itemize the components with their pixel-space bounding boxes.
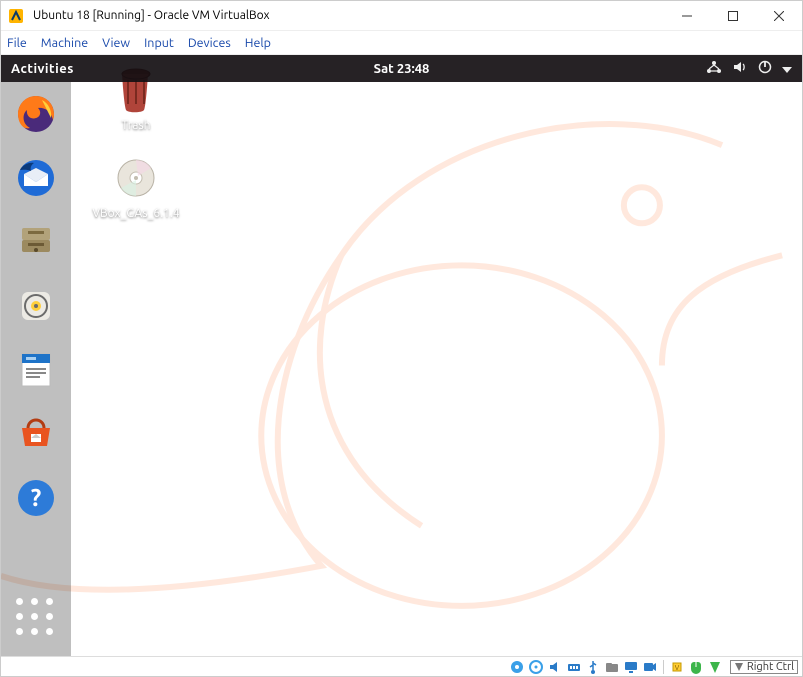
files-icon[interactable] bbox=[12, 218, 60, 266]
display-icon[interactable] bbox=[623, 659, 639, 675]
wallpaper-graphic bbox=[1, 55, 802, 656]
system-indicators[interactable] bbox=[706, 60, 792, 77]
audio-icon[interactable] bbox=[547, 659, 563, 675]
minimize-button[interactable] bbox=[664, 1, 710, 31]
virtualbox-app-icon bbox=[7, 7, 25, 25]
keyboard-icon[interactable] bbox=[707, 659, 723, 675]
network-icon[interactable] bbox=[706, 60, 722, 77]
sound-icon[interactable] bbox=[732, 60, 748, 77]
menu-devices[interactable]: Devices bbox=[188, 36, 231, 50]
hard-disk-icon[interactable] bbox=[509, 659, 525, 675]
host-titlebar: Ubuntu 18 [Running] - Oracle VM VirtualB… bbox=[1, 1, 802, 31]
dock: ? bbox=[1, 82, 71, 656]
menu-input[interactable]: Input bbox=[144, 36, 174, 50]
rhythmbox-icon[interactable] bbox=[12, 282, 60, 330]
power-icon[interactable] bbox=[758, 60, 772, 77]
usb-icon[interactable] bbox=[585, 659, 601, 675]
host-key-label: Right Ctrl bbox=[747, 661, 794, 673]
svg-text:V: V bbox=[675, 664, 680, 672]
activities-button[interactable]: Activities bbox=[11, 62, 74, 76]
menu-machine[interactable]: Machine bbox=[41, 36, 88, 50]
host-key-indicator[interactable]: Right Ctrl bbox=[730, 660, 798, 674]
close-button[interactable] bbox=[756, 1, 802, 31]
clock[interactable]: Sat 23:48 bbox=[374, 62, 430, 76]
host-menu-bar: File Machine View Input Devices Help bbox=[1, 31, 802, 55]
virtualbox-window: Ubuntu 18 [Running] - Oracle VM VirtualB… bbox=[0, 0, 803, 677]
mouse-integration-icon[interactable] bbox=[688, 659, 704, 675]
show-applications-button[interactable] bbox=[16, 598, 56, 638]
desktop-icon-label: Trash bbox=[91, 119, 181, 132]
dropdown-caret-icon[interactable] bbox=[782, 62, 792, 76]
writer-icon[interactable] bbox=[12, 346, 60, 394]
cpu-icon[interactable]: V bbox=[669, 659, 685, 675]
menu-help[interactable]: Help bbox=[245, 36, 271, 50]
cdrom-icon bbox=[111, 153, 161, 203]
network-adapter-icon[interactable] bbox=[566, 659, 582, 675]
firefox-icon[interactable] bbox=[12, 90, 60, 138]
software-icon[interactable] bbox=[12, 410, 60, 458]
desktop-icon-label: VBox_GAs_6.1.4 bbox=[91, 207, 181, 220]
shared-folder-icon[interactable] bbox=[604, 659, 620, 675]
host-window-title: Ubuntu 18 [Running] - Oracle VM VirtualB… bbox=[31, 9, 664, 22]
menu-view[interactable]: View bbox=[102, 36, 130, 50]
optical-disk-icon[interactable] bbox=[528, 659, 544, 675]
guest-display[interactable]: Activities Sat 23:48 bbox=[1, 55, 802, 656]
gnome-top-bar: Activities Sat 23:48 bbox=[1, 55, 802, 82]
maximize-button[interactable] bbox=[710, 1, 756, 31]
recording-icon[interactable] bbox=[642, 659, 658, 675]
desktop-icon-cdrom[interactable]: VBox_GAs_6.1.4 bbox=[91, 153, 181, 220]
help-icon[interactable]: ? bbox=[12, 474, 60, 522]
virtualbox-status-bar: V Right Ctrl bbox=[1, 656, 802, 676]
menu-file[interactable]: File bbox=[7, 36, 27, 50]
svg-text:?: ? bbox=[31, 484, 42, 511]
thunderbird-icon[interactable] bbox=[12, 154, 60, 202]
window-controls bbox=[664, 1, 802, 31]
